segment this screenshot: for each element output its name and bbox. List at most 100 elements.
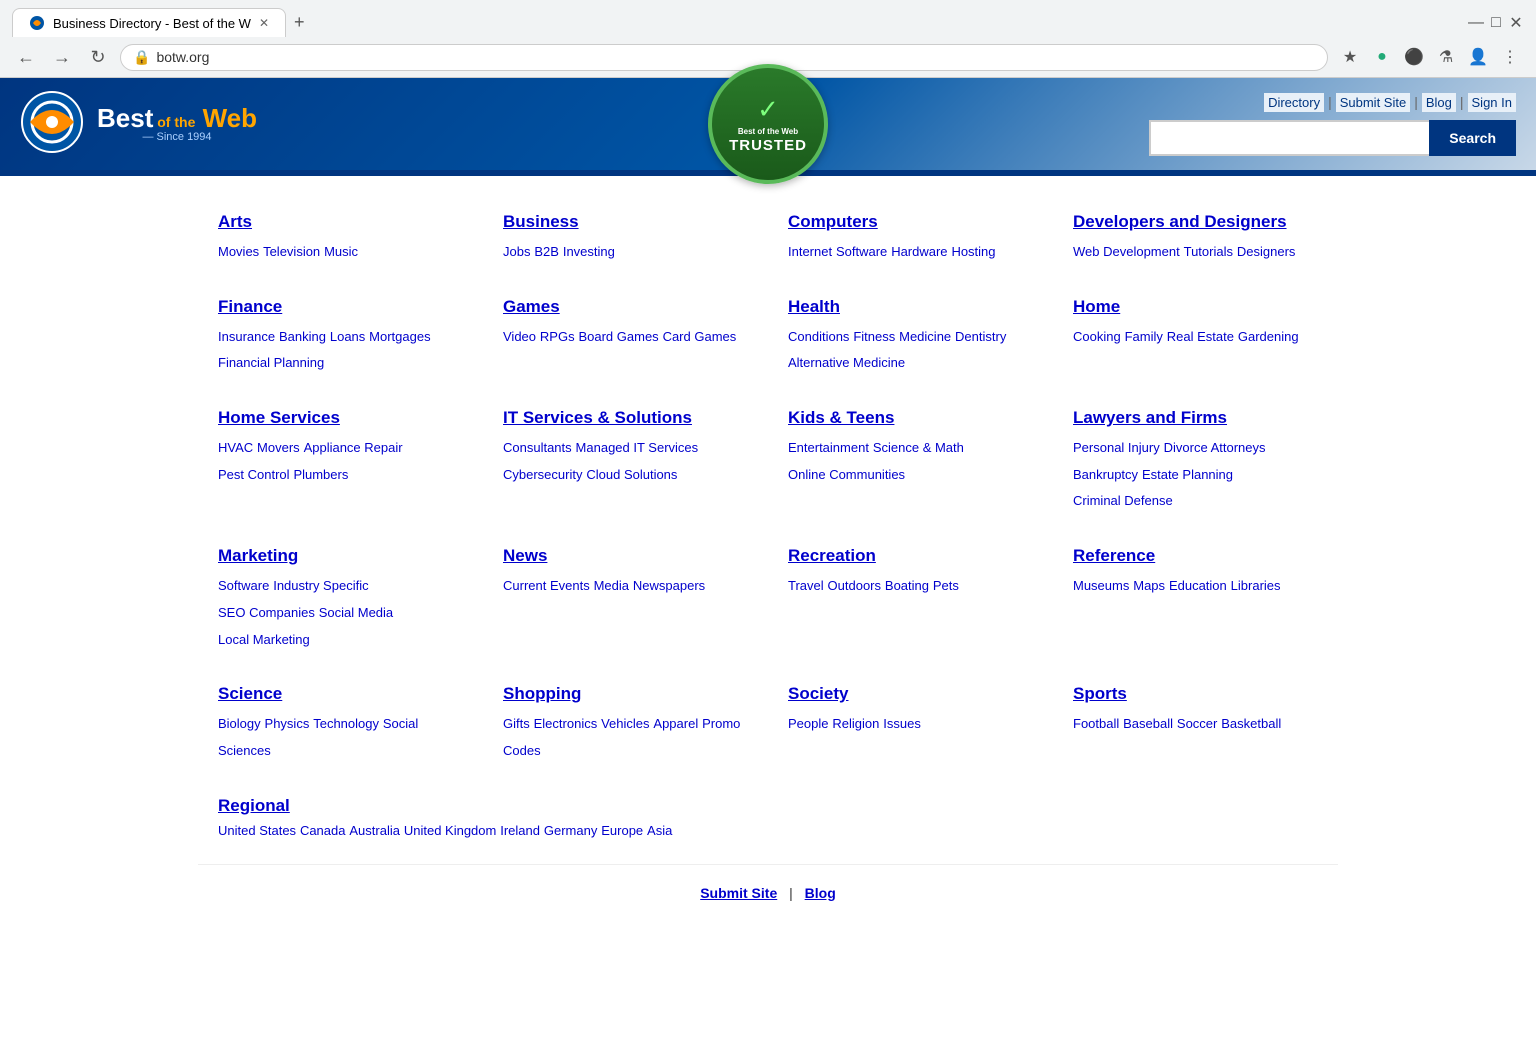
sub-link-games-0[interactable]: Video xyxy=(503,329,536,344)
sub-link-marketing-1[interactable]: Industry Specific xyxy=(273,578,368,593)
sub-link-shopping-0[interactable]: Gifts xyxy=(503,716,530,731)
sub-link-recreation-0[interactable]: Travel xyxy=(788,578,824,593)
extensions-button[interactable]: ⚗ xyxy=(1432,43,1460,71)
sub-link-lawyers-3[interactable]: Estate Planning xyxy=(1142,467,1233,482)
sub-link-reference-0[interactable]: Museums xyxy=(1073,578,1129,593)
category-title-lawyers[interactable]: Lawyers and Firms xyxy=(1073,408,1318,428)
sub-link-sports-0[interactable]: Football xyxy=(1073,716,1119,731)
category-title-computers[interactable]: Computers xyxy=(788,212,1033,232)
category-title-games[interactable]: Games xyxy=(503,297,748,317)
sub-link-arts-1[interactable]: Television xyxy=(263,244,320,259)
sub-link-finance-0[interactable]: Insurance xyxy=(218,329,275,344)
sub-link-lawyers-1[interactable]: Divorce Attorneys xyxy=(1164,440,1266,455)
sub-link-business-2[interactable]: Investing xyxy=(563,244,615,259)
category-title-marketing[interactable]: Marketing xyxy=(218,546,463,566)
sub-link-business-1[interactable]: B2B xyxy=(534,244,559,259)
sub-link-regional-7[interactable]: Asia xyxy=(647,823,672,838)
sub-link-it-services-1[interactable]: Managed IT Services xyxy=(576,440,699,455)
sub-link-shopping-2[interactable]: Vehicles xyxy=(601,716,649,731)
nav-signin-link[interactable]: Sign In xyxy=(1468,93,1516,112)
maximize-button[interactable]: □ xyxy=(1488,15,1504,31)
sub-link-finance-4[interactable]: Financial Planning xyxy=(218,355,324,370)
sub-link-it-services-2[interactable]: Cybersecurity xyxy=(503,467,582,482)
sub-link-it-services-3[interactable]: Cloud Solutions xyxy=(586,467,677,482)
sub-link-news-0[interactable]: Current Events xyxy=(503,578,590,593)
category-title-sports[interactable]: Sports xyxy=(1073,684,1318,704)
sub-link-society-2[interactable]: Issues xyxy=(883,716,921,731)
category-title-science[interactable]: Science xyxy=(218,684,463,704)
search-input[interactable] xyxy=(1149,120,1429,156)
sub-link-news-2[interactable]: Newspapers xyxy=(633,578,705,593)
category-title-shopping[interactable]: Shopping xyxy=(503,684,748,704)
sub-link-kids-teens-0[interactable]: Entertainment xyxy=(788,440,869,455)
sub-link-home-2[interactable]: Real Estate xyxy=(1167,329,1234,344)
sub-link-reference-1[interactable]: Maps xyxy=(1133,578,1165,593)
category-title-society[interactable]: Society xyxy=(788,684,1033,704)
category-title-recreation[interactable]: Recreation xyxy=(788,546,1033,566)
search-button[interactable]: Search xyxy=(1429,120,1516,156)
sub-link-computers-2[interactable]: Hardware xyxy=(891,244,947,259)
sub-link-home-0[interactable]: Cooking xyxy=(1073,329,1121,344)
sub-link-developers-2[interactable]: Designers xyxy=(1237,244,1296,259)
sub-link-science-2[interactable]: Technology xyxy=(313,716,379,731)
sub-link-arts-2[interactable]: Music xyxy=(324,244,358,259)
category-title-finance[interactable]: Finance xyxy=(218,297,463,317)
sub-link-home-services-2[interactable]: Appliance Repair xyxy=(304,440,403,455)
sub-link-arts-0[interactable]: Movies xyxy=(218,244,259,259)
sub-link-finance-3[interactable]: Mortgages xyxy=(369,329,430,344)
sub-link-home-services-0[interactable]: HVAC xyxy=(218,440,253,455)
minimize-button[interactable]: — xyxy=(1468,15,1484,31)
sub-link-science-0[interactable]: Biology xyxy=(218,716,261,731)
category-title-regional[interactable]: Regional xyxy=(218,796,1318,816)
close-button[interactable]: ✕ xyxy=(1508,15,1524,31)
sub-link-games-2[interactable]: Board Games xyxy=(578,329,658,344)
category-title-arts[interactable]: Arts xyxy=(218,212,463,232)
extension-button-green[interactable]: ● xyxy=(1368,43,1396,71)
sub-link-regional-4[interactable]: Ireland xyxy=(500,823,540,838)
new-tab-button[interactable]: + xyxy=(286,8,313,37)
sub-link-marketing-2[interactable]: SEO Companies xyxy=(218,605,315,620)
category-title-developers[interactable]: Developers and Designers xyxy=(1073,212,1318,232)
sub-link-developers-0[interactable]: Web Development xyxy=(1073,244,1180,259)
bookmark-button[interactable]: ★ xyxy=(1336,43,1364,71)
sub-link-lawyers-2[interactable]: Bankruptcy xyxy=(1073,467,1138,482)
sub-link-games-1[interactable]: RPGs xyxy=(540,329,575,344)
tab-close-button[interactable]: ✕ xyxy=(259,16,269,30)
forward-button[interactable]: → xyxy=(48,43,76,71)
sub-link-finance-1[interactable]: Banking xyxy=(279,329,326,344)
sub-link-health-2[interactable]: Medicine xyxy=(899,329,951,344)
category-title-business[interactable]: Business xyxy=(503,212,748,232)
sub-link-marketing-3[interactable]: Social Media xyxy=(319,605,393,620)
sub-link-developers-1[interactable]: Tutorials xyxy=(1184,244,1233,259)
sub-link-home-3[interactable]: Gardening xyxy=(1238,329,1299,344)
sub-link-home-services-4[interactable]: Plumbers xyxy=(293,467,348,482)
category-title-health[interactable]: Health xyxy=(788,297,1033,317)
active-tab[interactable]: Business Directory - Best of the W ✕ xyxy=(12,8,286,37)
sub-link-regional-0[interactable]: United States xyxy=(218,823,296,838)
category-title-home-services[interactable]: Home Services xyxy=(218,408,463,428)
sub-link-kids-teens-2[interactable]: Online Communities xyxy=(788,467,905,482)
sub-link-it-services-0[interactable]: Consultants xyxy=(503,440,572,455)
sub-link-regional-3[interactable]: United Kingdom xyxy=(404,823,497,838)
sub-link-news-1[interactable]: Media xyxy=(594,578,629,593)
sub-link-regional-1[interactable]: Canada xyxy=(300,823,346,838)
nav-directory-link[interactable]: Directory xyxy=(1264,93,1324,112)
sub-link-shopping-3[interactable]: Apparel xyxy=(653,716,698,731)
reload-button[interactable]: ↻ xyxy=(84,43,112,71)
sub-link-society-0[interactable]: People xyxy=(788,716,828,731)
sub-link-lawyers-0[interactable]: Personal Injury xyxy=(1073,440,1160,455)
sub-link-society-1[interactable]: Religion xyxy=(832,716,879,731)
sub-link-regional-2[interactable]: Australia xyxy=(349,823,400,838)
sub-link-science-1[interactable]: Physics xyxy=(265,716,310,731)
sub-link-regional-6[interactable]: Europe xyxy=(601,823,643,838)
sub-link-health-0[interactable]: Conditions xyxy=(788,329,849,344)
category-title-home[interactable]: Home xyxy=(1073,297,1318,317)
sub-link-home-1[interactable]: Family xyxy=(1125,329,1163,344)
sub-link-finance-2[interactable]: Loans xyxy=(330,329,365,344)
sub-link-recreation-3[interactable]: Pets xyxy=(933,578,959,593)
sub-link-marketing-0[interactable]: Software xyxy=(218,578,269,593)
sub-link-computers-1[interactable]: Software xyxy=(836,244,887,259)
profile-button[interactable]: 👤 xyxy=(1464,43,1492,71)
category-title-news[interactable]: News xyxy=(503,546,748,566)
back-button[interactable]: ← xyxy=(12,43,40,71)
